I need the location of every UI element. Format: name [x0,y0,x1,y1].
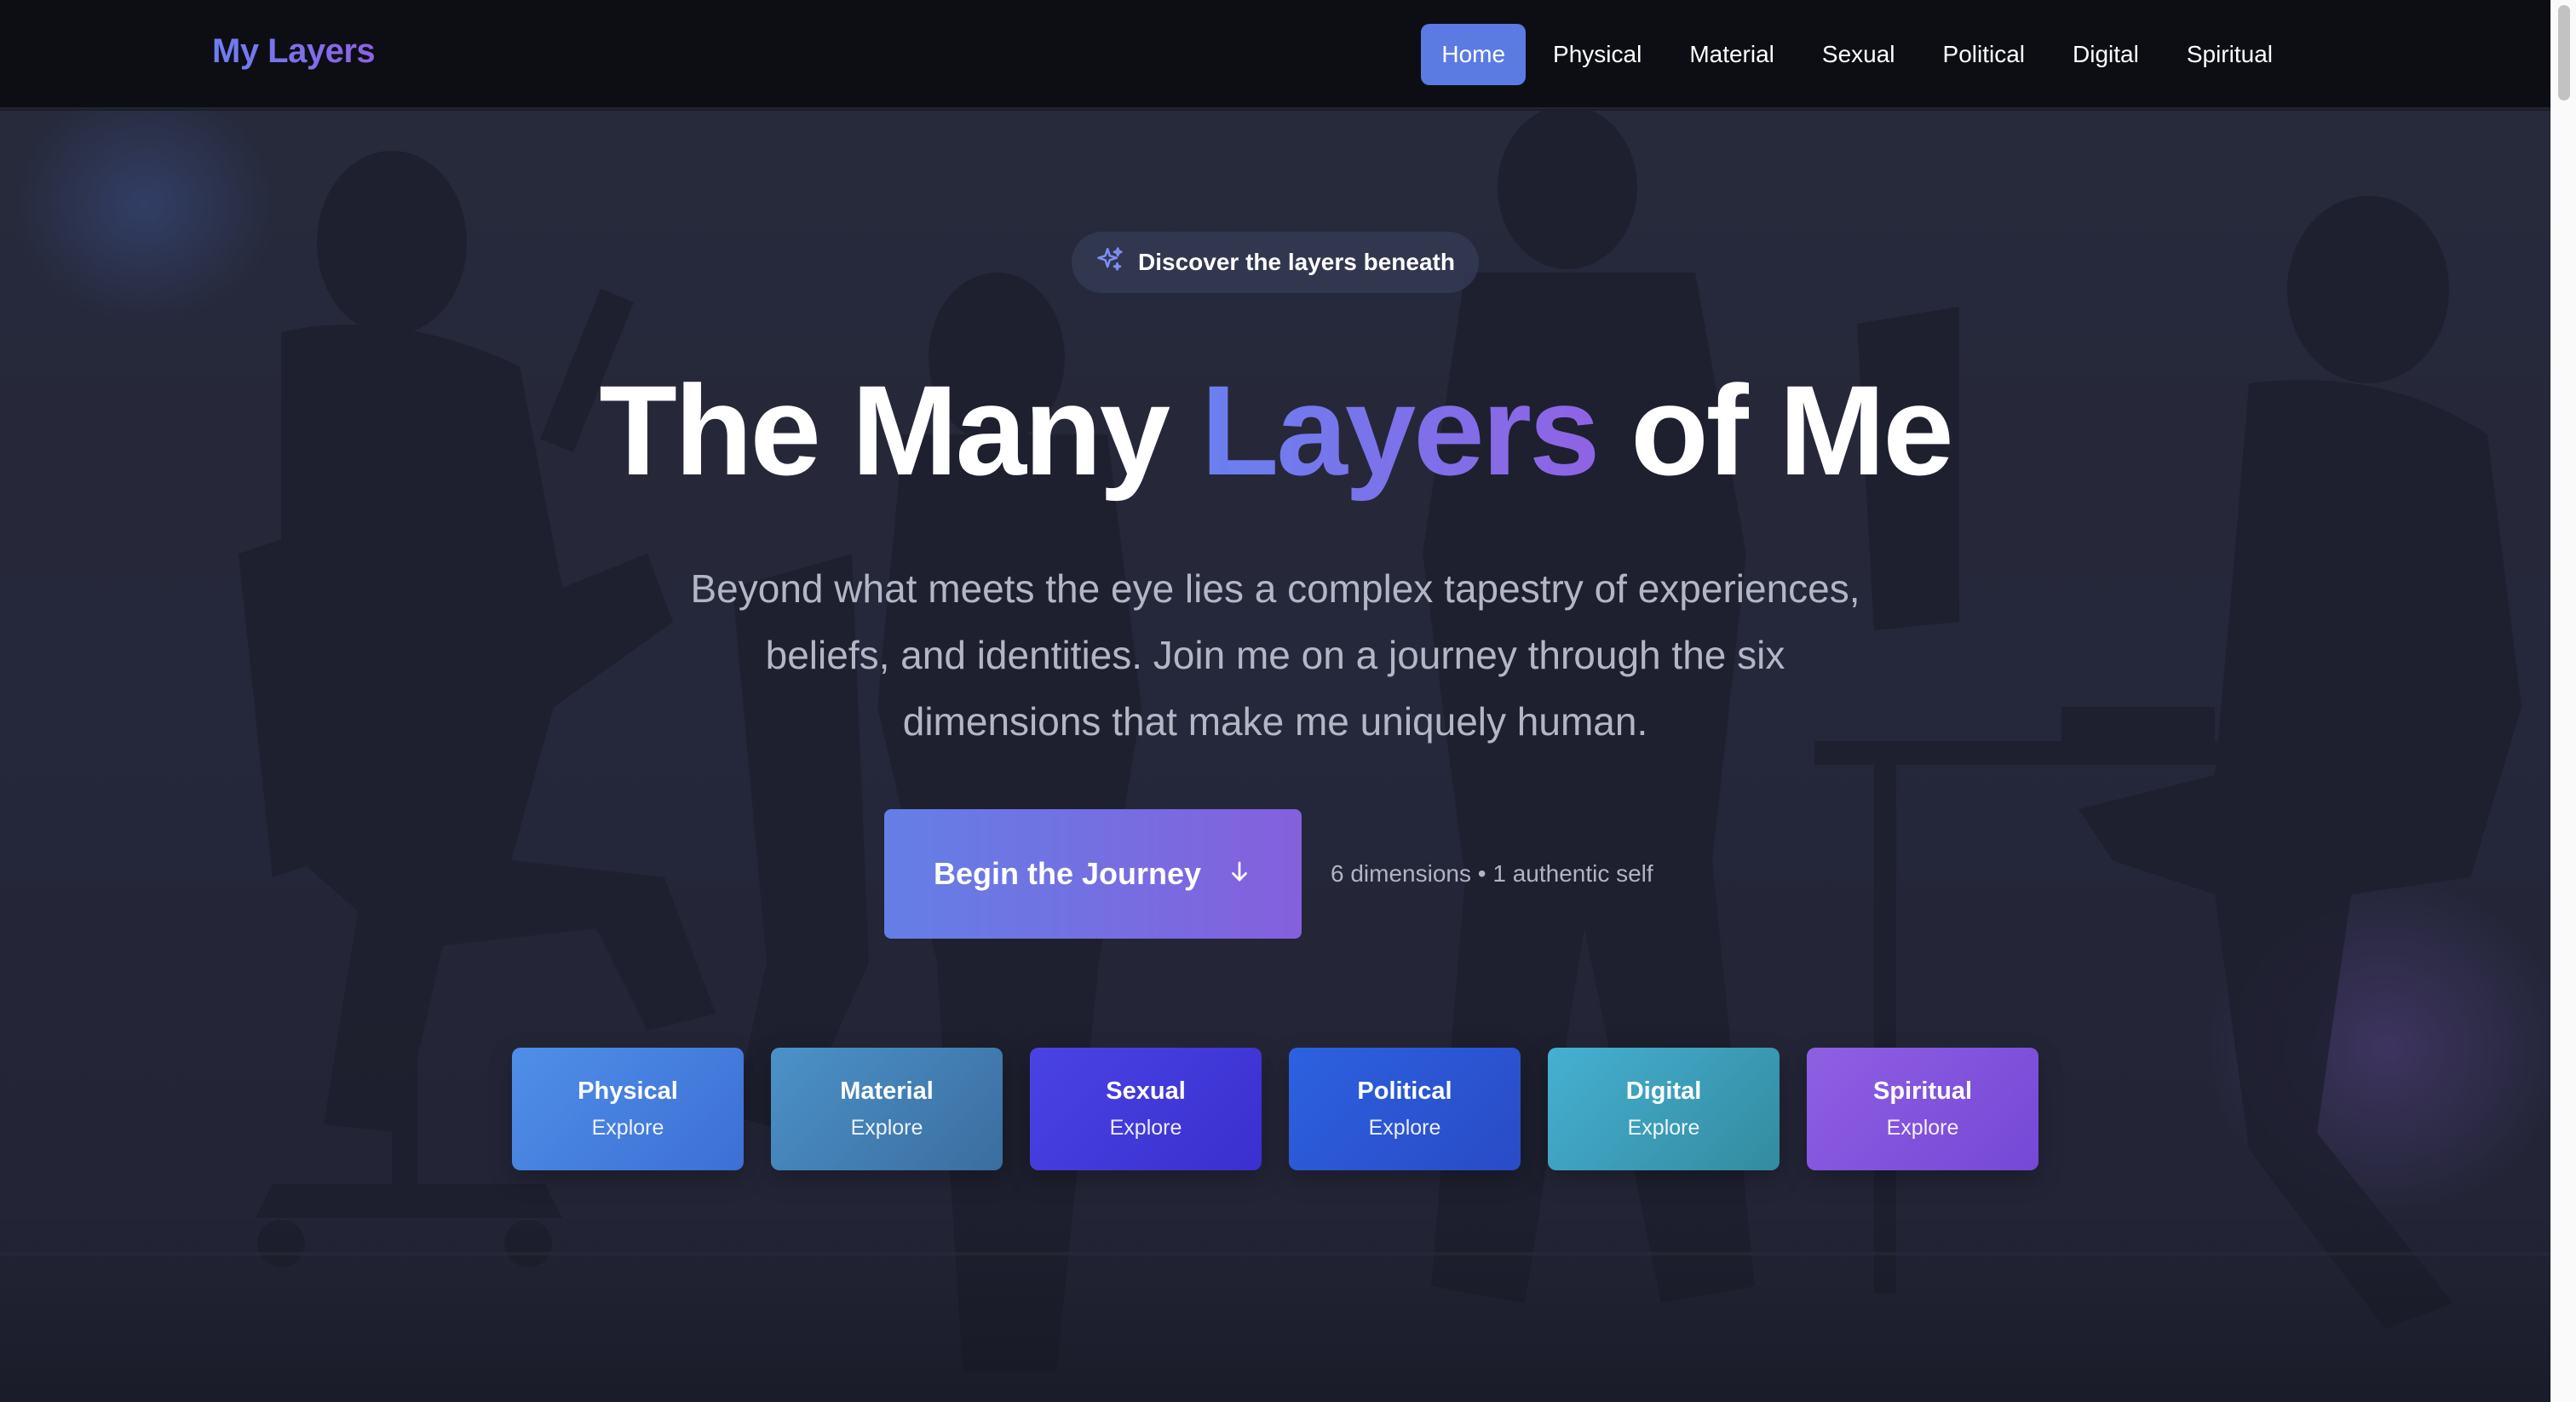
card-spiritual[interactable]: Spiritual Explore [1807,1048,2038,1170]
card-title: Material [840,1077,934,1105]
sparkles-icon [1095,245,1124,280]
cta-label: Begin the Journey [933,856,1202,891]
card-title: Political [1357,1077,1452,1105]
badge-text: Discover the layers beneath [1138,249,1455,275]
background-silhouettes [0,111,2550,1371]
nav-link-material[interactable]: Material [1669,24,1795,85]
card-title: Spiritual [1872,1077,1972,1105]
card-material[interactable]: Material Explore [771,1048,1003,1170]
nav-link-digital[interactable]: Digital [2052,24,2159,85]
brand-logo[interactable]: My Layers [212,32,376,71]
card-sexual[interactable]: Sexual Explore [1030,1048,1262,1170]
card-title: Physical [578,1077,678,1105]
nav-link-home[interactable]: Home [1421,24,1527,85]
card-subtitle: Explore [1627,1116,1700,1140]
card-subtitle: Explore [1109,1116,1182,1140]
card-physical[interactable]: Physical Explore [512,1048,744,1170]
title-accent: Layers [1200,359,1601,502]
card-title: Sexual [1106,1077,1186,1105]
card-subtitle: Explore [591,1116,664,1140]
card-political[interactable]: Political Explore [1289,1048,1521,1170]
card-digital[interactable]: Digital Explore [1548,1048,1780,1170]
nav-links: Home Physical Material Sexual Political … [1421,24,2293,85]
scrollbar-thumb[interactable] [2558,5,2570,101]
card-subtitle: Explore [850,1116,923,1140]
cta-row: Begin the Journey 6 dimensions • 1 authe… [884,809,1653,939]
dimensions-meta: 6 dimensions • 1 authentic self [1331,860,1653,887]
page: My Layers Home Physical Material Sexual … [0,0,2576,1402]
card-title: Digital [1625,1077,1702,1105]
top-navbar: My Layers Home Physical Material Sexual … [0,0,2550,109]
page-title: The Many Layers of Me [0,358,2550,503]
arrow-down-icon [1227,856,1252,892]
vertical-scrollbar[interactable] [2550,0,2576,1402]
nav-link-physical[interactable]: Physical [1532,24,1662,85]
hero-section [0,111,2550,1402]
nav-link-sexual[interactable]: Sexual [1802,24,1916,85]
nav-link-political[interactable]: Political [1923,24,2045,85]
nav-link-spiritual[interactable]: Spiritual [2166,24,2293,85]
title-part-2: of Me [1597,359,1954,502]
title-part-1: The Many [599,359,1201,502]
dimension-cards: Physical Explore Material Explore Sexual… [512,1048,2038,1170]
hero-subtitle: Beyond what meets the eye lies a complex… [690,566,1860,744]
begin-journey-button[interactable]: Begin the Journey [884,809,1302,939]
card-subtitle: Explore [1886,1116,1959,1140]
card-subtitle: Explore [1368,1116,1441,1140]
discover-badge: Discover the layers beneath [1072,232,1479,293]
floor-gradient [0,1215,2550,1402]
